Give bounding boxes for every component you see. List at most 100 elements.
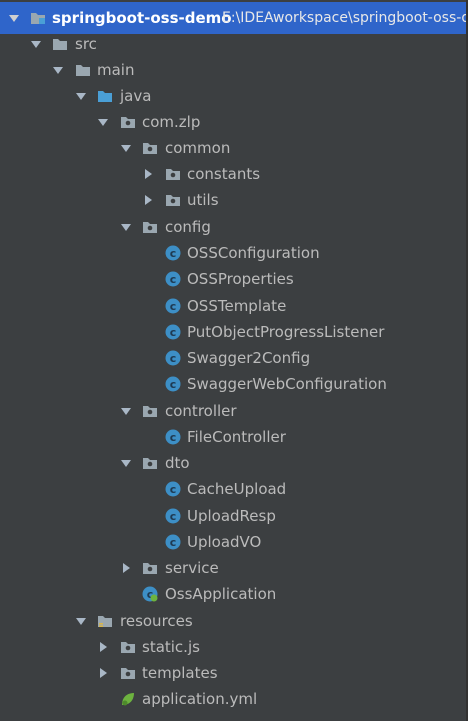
tree-item-label: OSSProperties	[187, 270, 294, 288]
java-class-icon: c	[165, 508, 181, 524]
tree-item-label: resources	[120, 612, 193, 630]
collapse-arrow-icon[interactable]	[75, 615, 87, 627]
spring-yml-file-icon	[120, 691, 136, 707]
collapse-arrow-icon[interactable]	[120, 457, 132, 469]
tree-row-class[interactable]: c CacheUpload	[0, 476, 468, 502]
collapse-arrow-icon[interactable]	[120, 405, 132, 417]
svg-text:c: c	[170, 483, 177, 496]
svg-text:c: c	[170, 352, 177, 365]
tree-item-label: UploadVO	[187, 533, 262, 551]
expand-arrow-icon[interactable]	[142, 194, 154, 206]
tree-item-label: constants	[187, 165, 261, 183]
collapse-arrow-icon[interactable]	[8, 12, 20, 24]
tree-row-package-dto[interactable]: dto	[0, 450, 468, 476]
tree-item-label: main	[97, 61, 135, 79]
java-class-icon: c	[165, 481, 181, 497]
tree-row-class[interactable]: c SwaggerWebConfiguration	[0, 371, 468, 397]
tree-row-folder-static-js[interactable]: static.js	[0, 634, 468, 660]
java-class-icon: c	[165, 534, 181, 550]
tree-item-label: config	[165, 218, 211, 236]
tree-item-label: SwaggerWebConfiguration	[187, 375, 387, 393]
package-icon	[120, 639, 136, 655]
tree-item-label: application.yml	[142, 690, 258, 708]
collapse-arrow-icon[interactable]	[120, 221, 132, 233]
collapse-arrow-icon[interactable]	[120, 142, 132, 154]
java-class-icon: c	[165, 429, 181, 445]
project-path: E:\IDEAworkspace\springboot-oss-demo	[222, 10, 468, 26]
tree-row-class[interactable]: c UploadResp	[0, 503, 468, 529]
tree-item-label: src	[75, 35, 97, 53]
package-icon	[120, 665, 136, 681]
tree-row-class[interactable]: c FileController	[0, 424, 468, 450]
project-folder-icon	[30, 10, 46, 26]
tree-item-label: service	[165, 559, 219, 577]
tree-row-folder-templates[interactable]: templates	[0, 660, 468, 686]
java-class-icon: c	[165, 245, 181, 261]
package-icon	[142, 403, 158, 419]
tree-row-class[interactable]: c OSSProperties	[0, 266, 468, 292]
project-name: springboot-oss-demo	[52, 9, 232, 27]
tree-row-root[interactable]: springboot-oss-demo E:\IDEAworkspace\spr…	[0, 2, 468, 34]
collapse-arrow-icon[interactable]	[97, 116, 109, 128]
svg-text:c: c	[170, 536, 177, 549]
tree-row-class[interactable]: c UploadVO	[0, 529, 468, 555]
expand-arrow-icon[interactable]	[97, 641, 109, 653]
folder-icon	[75, 62, 91, 78]
tree-item-label: common	[165, 139, 231, 157]
source-folder-icon	[97, 88, 113, 104]
tree-row-file-application-yml[interactable]: application.yml	[0, 686, 468, 712]
package-icon	[142, 219, 158, 235]
tree-item-label: CacheUpload	[187, 480, 287, 498]
package-icon	[142, 455, 158, 471]
expand-arrow-icon[interactable]	[120, 562, 132, 574]
tree-row-spring-boot-application[interactable]: c OssApplication	[0, 581, 468, 607]
tree-item-label: utils	[187, 191, 219, 209]
svg-text:c: c	[170, 431, 177, 444]
collapse-arrow-icon[interactable]	[30, 38, 42, 50]
tree-row-resources[interactable]: resources	[0, 608, 468, 634]
expand-arrow-icon[interactable]	[142, 168, 154, 180]
tree-row-src[interactable]: src	[0, 31, 468, 57]
collapse-arrow-icon[interactable]	[75, 90, 87, 102]
svg-text:c: c	[170, 378, 177, 391]
java-class-icon: c	[165, 376, 181, 392]
tree-item-label: Swagger2Config	[187, 349, 311, 367]
package-icon	[142, 140, 158, 156]
svg-text:c: c	[170, 300, 177, 313]
expand-arrow-icon[interactable]	[97, 667, 109, 679]
collapse-arrow-icon[interactable]	[52, 64, 64, 76]
tree-item-label: dto	[165, 454, 190, 472]
tree-item-label: PutObjectProgressListener	[187, 323, 385, 341]
tree-item-label: com.zlp	[142, 113, 201, 131]
tree-row-main[interactable]: main	[0, 57, 468, 83]
spring-boot-application-icon: c	[142, 586, 158, 602]
tree-item-label: FileController	[187, 428, 286, 446]
tree-row-class[interactable]: c OSSTemplate	[0, 293, 468, 319]
tree-row-package-config[interactable]: config	[0, 214, 468, 240]
tree-item-label: OssApplication	[165, 585, 277, 603]
svg-text:c: c	[170, 247, 177, 260]
svg-text:c: c	[170, 326, 177, 339]
tree-item-label: OSSTemplate	[187, 297, 287, 315]
tree-row-class[interactable]: c PutObjectProgressListener	[0, 319, 468, 345]
tree-row-package-common[interactable]: common	[0, 135, 468, 161]
tree-item-label: UploadResp	[187, 507, 276, 525]
tree-item-label: static.js	[142, 638, 200, 656]
tree-item-label: OSSConfiguration	[187, 244, 320, 262]
tree-row-package-service[interactable]: service	[0, 555, 468, 581]
tree-row-package-com-zlp[interactable]: com.zlp	[0, 109, 468, 135]
folder-icon	[52, 36, 68, 52]
tree-row-package-controller[interactable]: controller	[0, 398, 468, 424]
tree-row-package-utils[interactable]: utils	[0, 187, 468, 213]
tree-row-package-constants[interactable]: constants	[0, 161, 468, 187]
java-class-icon: c	[165, 298, 181, 314]
tree-row-class[interactable]: c OSSConfiguration	[0, 240, 468, 266]
tree-item-label: templates	[142, 664, 218, 682]
java-class-icon: c	[165, 350, 181, 366]
package-icon	[165, 166, 181, 182]
tree-row-java[interactable]: java	[0, 83, 468, 109]
svg-text:c: c	[170, 273, 177, 286]
tree-row-class[interactable]: c Swagger2Config	[0, 345, 468, 371]
package-icon	[142, 560, 158, 576]
package-icon	[120, 114, 136, 130]
